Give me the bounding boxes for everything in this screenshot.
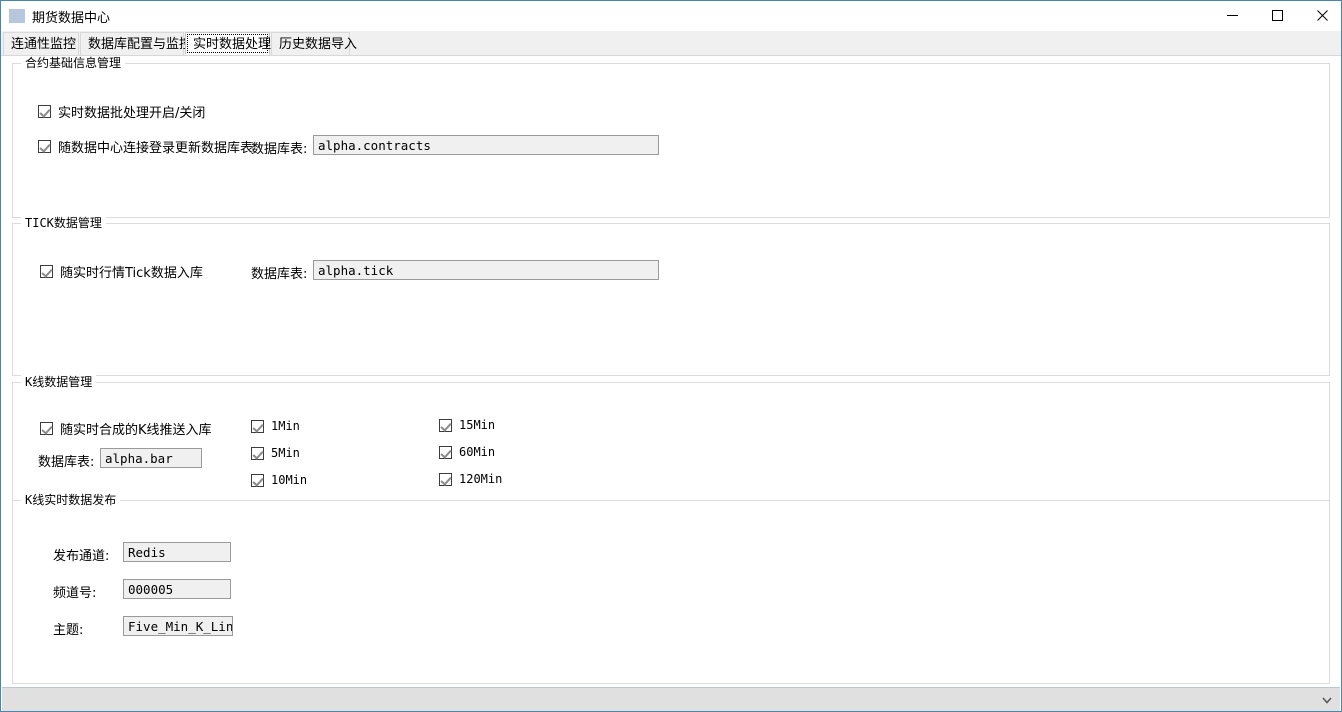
publish-channel-input[interactable]: Redis: [123, 542, 231, 562]
group-kline-data-title: K线数据管理: [21, 375, 97, 389]
close-button[interactable]: [1300, 1, 1341, 29]
chevron-down-icon[interactable]: [1320, 693, 1334, 707]
checkbox-row-interval-1min[interactable]: 1Min: [251, 419, 300, 433]
maximize-button[interactable]: [1255, 1, 1300, 29]
checkbox-interval-10min[interactable]: [251, 473, 264, 487]
checkbox-interval-120min[interactable]: [439, 472, 452, 486]
checkbox-interval-10min-label: 10Min: [271, 473, 308, 487]
tab-database-config[interactable]: 数据库配置与监控: [80, 32, 192, 55]
checkbox-row-kline-push-to-db[interactable]: 随实时合成的K线推送入库: [40, 419, 212, 438]
checkbox-tick-to-db-label: 随实时行情Tick数据入库: [60, 266, 203, 281]
channel-number-input[interactable]: 000005: [123, 579, 231, 599]
kline-db-table-input[interactable]: alpha.bar: [100, 448, 202, 468]
checkbox-interval-1min-label: 1Min: [271, 419, 300, 433]
close-icon: [1317, 9, 1328, 21]
contract-db-table-label: 数据库表:: [251, 142, 308, 157]
group-contract-info: 合约基础信息管理 实时数据批处理开启/关闭 随数据中心连接登录更新数据库表 数据…: [12, 56, 1330, 218]
topic-input[interactable]: Five_Min_K_Line: [123, 616, 233, 636]
window-title: 期货数据中心: [32, 11, 111, 26]
topic-label: 主题:: [53, 623, 84, 638]
checkbox-interval-15min[interactable]: [439, 418, 452, 432]
checkbox-row-batch-processing[interactable]: 实时数据批处理开启/关闭: [38, 102, 205, 121]
checkbox-interval-60min-label: 60Min: [459, 445, 496, 459]
checkbox-update-on-login[interactable]: [38, 140, 51, 153]
checkbox-row-interval-5min[interactable]: 5Min: [251, 446, 300, 460]
title-bar: 期货数据中心: [1, 1, 1341, 30]
checkbox-row-update-on-login[interactable]: 随数据中心连接登录更新数据库表: [38, 137, 253, 156]
checkbox-row-tick-to-db[interactable]: 随实时行情Tick数据入库: [40, 262, 203, 281]
checkbox-interval-60min[interactable]: [439, 445, 452, 459]
checkbox-interval-1min[interactable]: [251, 419, 264, 433]
app-icon: [9, 9, 25, 23]
group-kline-publish-title: K线实时数据发布: [21, 493, 121, 507]
checkbox-kline-push-to-db-label: 随实时合成的K线推送入库: [60, 423, 212, 438]
checkbox-interval-120min-label: 120Min: [459, 472, 503, 486]
group-tick-data-title: TICK数据管理: [21, 216, 106, 230]
tab-connectivity-monitor[interactable]: 连通性监控: [3, 32, 79, 55]
minimize-icon: [1227, 14, 1238, 16]
checkbox-batch-processing-label: 实时数据批处理开启/关闭: [58, 106, 206, 121]
checkbox-interval-15min-label: 15Min: [459, 418, 496, 432]
checkbox-row-interval-15min[interactable]: 15Min: [439, 418, 495, 432]
checkbox-batch-processing[interactable]: [38, 105, 51, 118]
maximize-icon: [1272, 9, 1283, 21]
group-contract-info-title: 合约基础信息管理: [21, 56, 126, 70]
tab-history-import[interactable]: 历史数据导入: [271, 32, 357, 55]
tab-content-realtime-processing: 合约基础信息管理 实时数据批处理开启/关闭 随数据中心连接登录更新数据库表 数据…: [2, 56, 1340, 686]
group-tick-data: TICK数据管理 随实时行情Tick数据入库 数据库表: alpha.tick: [12, 216, 1330, 376]
tab-realtime-processing[interactable]: 实时数据处理: [185, 32, 271, 55]
group-kline-publish: K线实时数据发布 发布通道: Redis 频道号: 000005 主题: Fiv…: [12, 493, 1330, 684]
checkbox-update-on-login-label: 随数据中心连接登录更新数据库表: [58, 141, 254, 156]
tab-bar: 连通性监控 数据库配置与监控 实时数据处理 历史数据导入: [1, 31, 1341, 56]
minimize-button[interactable]: [1210, 1, 1255, 29]
channel-number-label: 频道号:: [53, 586, 97, 601]
checkbox-row-interval-10min[interactable]: 10Min: [251, 473, 307, 487]
tick-db-table-input[interactable]: alpha.tick: [313, 260, 659, 280]
checkbox-interval-5min-label: 5Min: [271, 446, 300, 460]
publish-channel-label: 发布通道:: [53, 549, 110, 564]
app-window: 期货数据中心 连通性监控 数据库配置与监控 实时数据处理 历史数据导入 合约基础…: [0, 0, 1342, 712]
checkbox-tick-to-db[interactable]: [40, 265, 53, 278]
checkbox-kline-push-to-db[interactable]: [40, 422, 53, 435]
kline-db-table-label: 数据库表:: [38, 455, 95, 470]
tick-db-table-label: 数据库表:: [251, 267, 308, 282]
horizontal-scrollbar[interactable]: [2, 687, 1340, 711]
checkbox-interval-5min[interactable]: [251, 446, 264, 460]
contract-db-table-input[interactable]: alpha.contracts: [313, 135, 659, 155]
checkbox-row-interval-60min[interactable]: 60Min: [439, 445, 495, 459]
checkbox-row-interval-120min[interactable]: 120Min: [439, 472, 502, 486]
